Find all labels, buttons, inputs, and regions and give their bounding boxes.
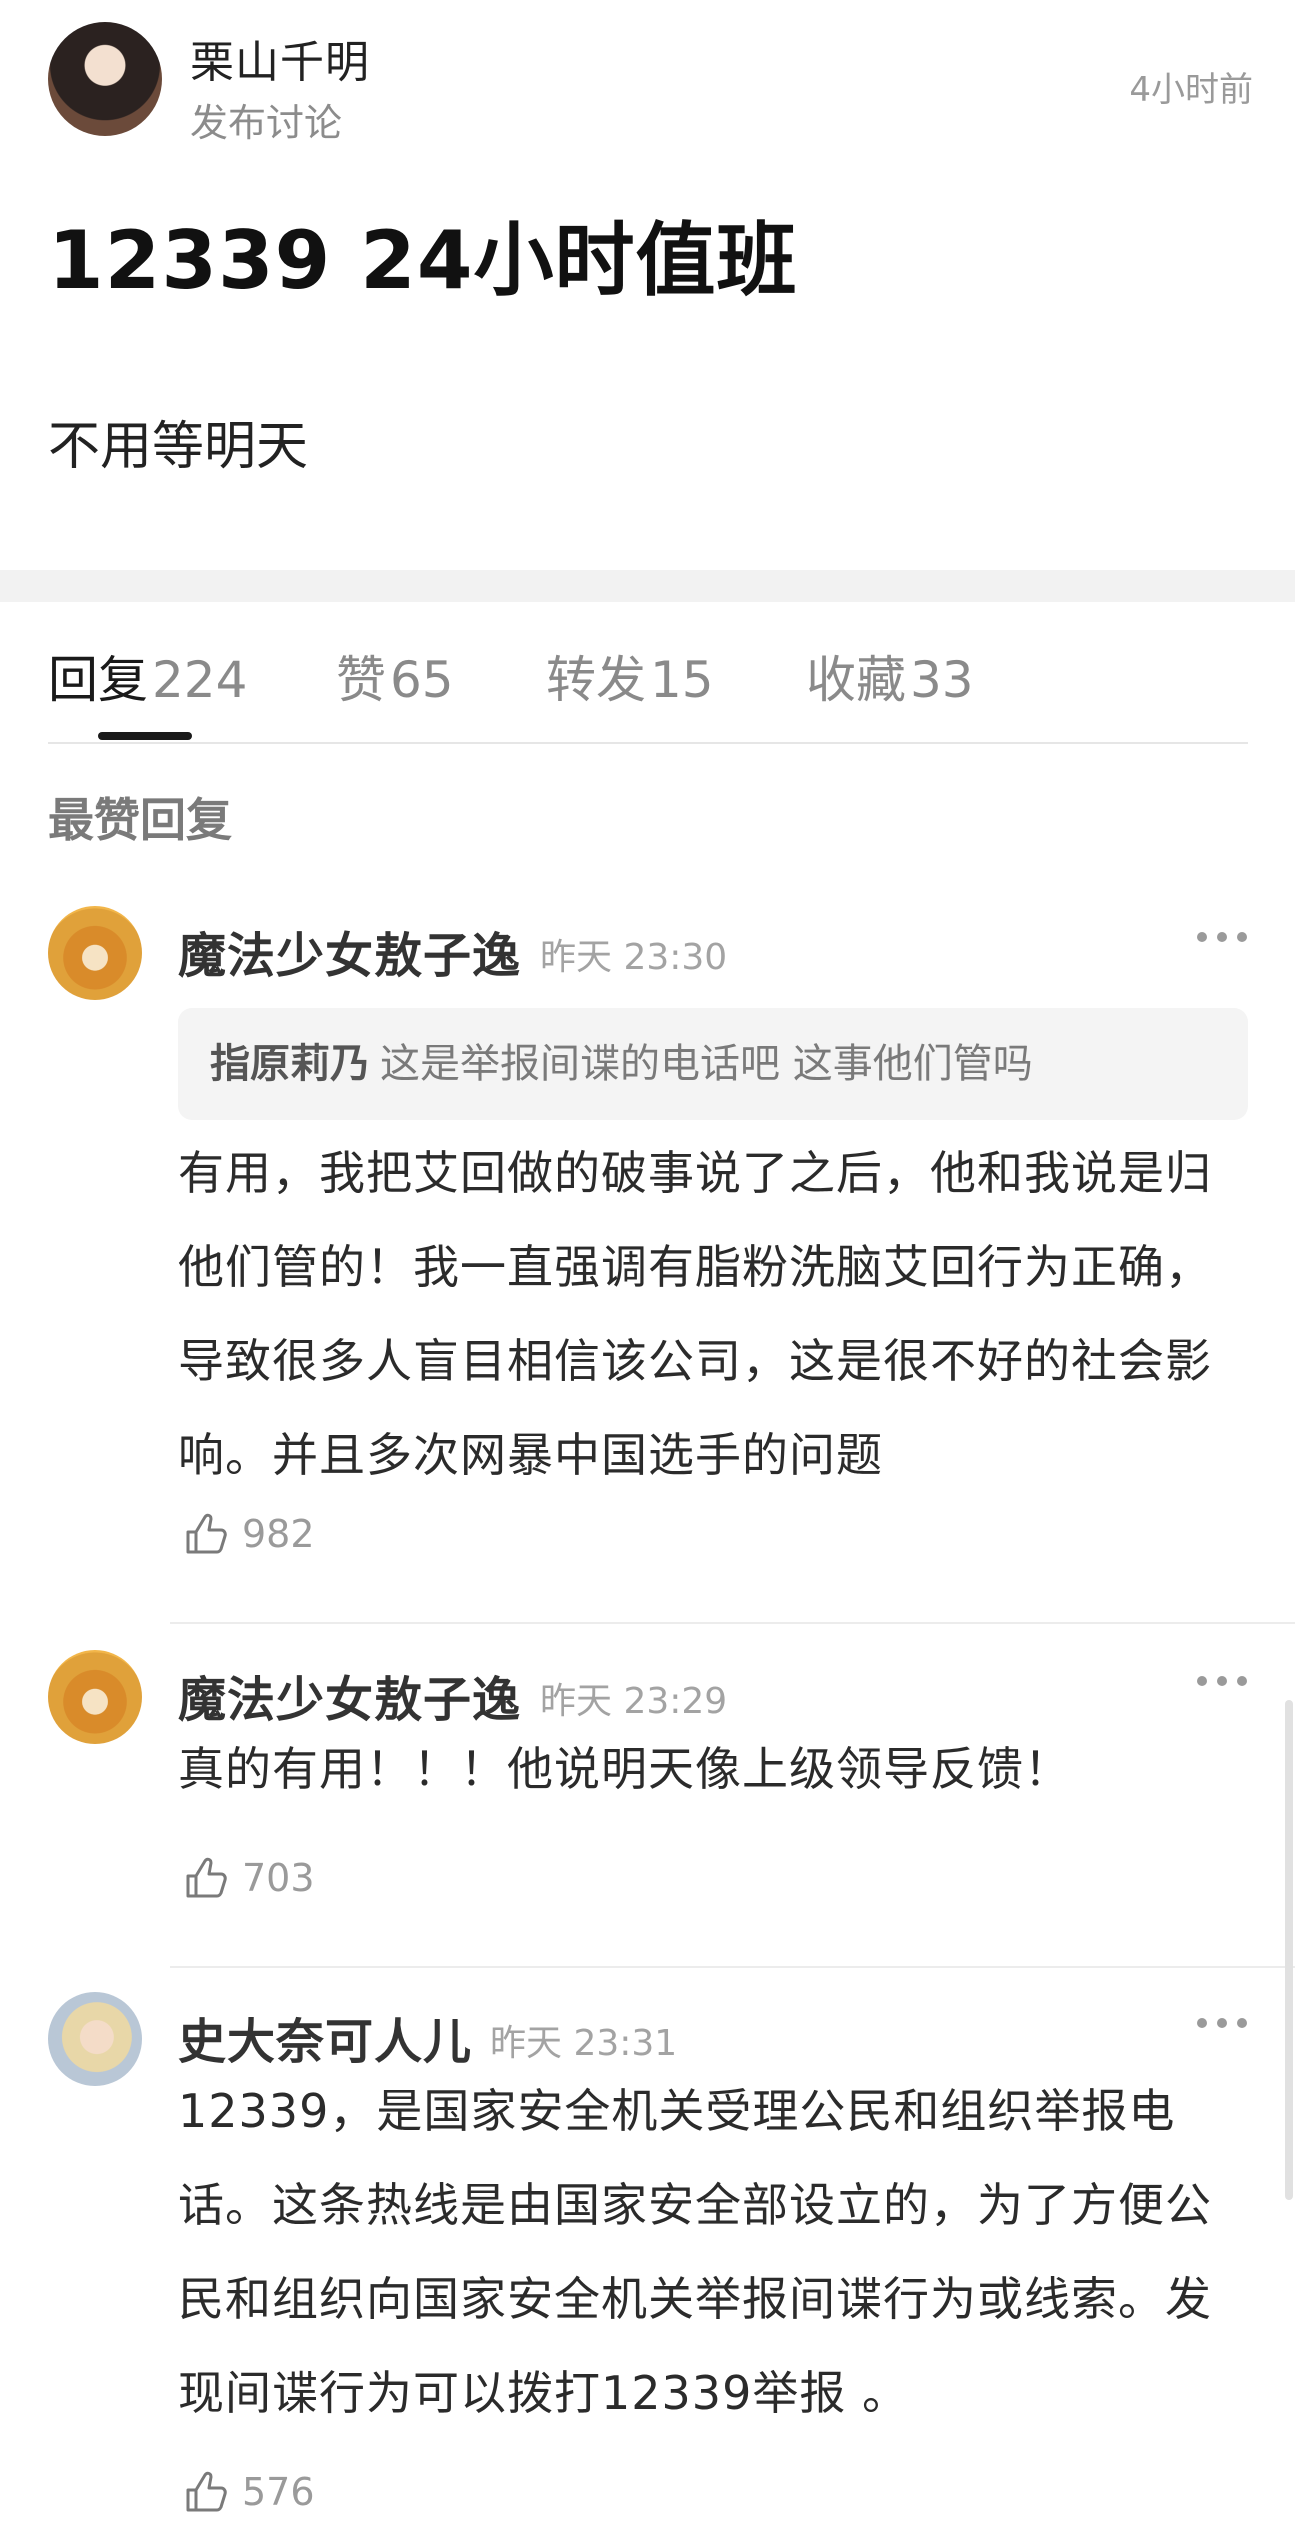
like-count: 703 — [242, 1856, 315, 1900]
section-divider — [0, 570, 1295, 602]
like-count: 982 — [242, 1512, 315, 1556]
commenter-name[interactable]: 魔法少女敖子逸 — [178, 1660, 521, 1730]
tabs-bottom-border — [48, 742, 1248, 744]
thumbs-up-icon — [186, 1857, 227, 1898]
tab-reposts[interactable]: 转发15 — [546, 640, 714, 712]
post-body: 不用等明天 — [48, 417, 309, 477]
blonde-person-avatar[interactable] — [48, 1992, 142, 2086]
scrollbar-thumb[interactable] — [1285, 1700, 1293, 2200]
tab-replies[interactable]: 回复224 — [48, 640, 247, 712]
tab-likes-label: 赞 — [336, 651, 386, 709]
quoted-text: 这是举报间谍的电话吧 这事他们管吗 — [380, 1041, 1033, 1087]
tab-likes[interactable]: 赞65 — [336, 640, 454, 712]
more-options-icon[interactable] — [1197, 2006, 1247, 2036]
author-name[interactable]: 栗山千明 — [190, 26, 370, 90]
tab-reposts-count: 15 — [650, 651, 714, 709]
comment-item: 魔法少女敖子逸 昨天 23:29 真的有用！！！他说明天像上级领导反馈！ 703 — [0, 1650, 1295, 1990]
like-button[interactable]: 982 — [182, 1510, 315, 1566]
comment-item: 魔法少女敖子逸 昨天 23:30 指原莉乃 这是举报间谍的电话吧 这事他们管吗 有… — [0, 906, 1295, 1626]
comment-separator — [170, 1966, 1295, 1968]
top-replies-heading: 最赞回复 — [48, 793, 232, 847]
post-timestamp: 4小时前 — [1129, 70, 1253, 110]
thumbs-up-icon — [186, 2471, 227, 2512]
tab-replies-label: 回复 — [48, 651, 148, 709]
tab-reposts-label: 转发 — [546, 651, 646, 709]
shiba-dog-avatar[interactable] — [48, 1650, 142, 1744]
comment-item: 史大奈可人儿 昨天 23:31 12339，是国家安全机关受理公民和组织举报电话… — [0, 1992, 1295, 2541]
tab-replies-count: 224 — [152, 651, 248, 709]
like-count: 576 — [242, 2470, 315, 2514]
comment-text: 真的有用！！！他说明天像上级领导反馈！ — [178, 1742, 1071, 1796]
shiba-dog-avatar[interactable] — [48, 906, 142, 1000]
post-page: 栗山千明 发布讨论 4小时前 12339 24小时值班 不用等明天 回复224 … — [0, 0, 1295, 2541]
quoted-user-name: 指原莉乃 — [210, 1041, 370, 1087]
thumbs-up-icon — [186, 1513, 227, 1554]
tab-favorites-count: 33 — [910, 651, 974, 709]
comment-text: 有用，我把艾回做的破事说了之后，他和我说是归他们管的！我一直强调有脂粉洗脑艾回行… — [178, 1146, 1212, 1482]
commenter-name[interactable]: 史大奈可人儿 — [178, 2002, 472, 2072]
author-avatar[interactable] — [48, 22, 162, 136]
comment-time: 昨天 23:30 — [540, 937, 728, 978]
comment-separator — [170, 1622, 1295, 1624]
interaction-tabs: 回复224 赞65 转发15 收藏33 — [48, 640, 1248, 740]
active-tab-indicator — [98, 732, 192, 740]
more-options-icon[interactable] — [1197, 920, 1247, 950]
like-button[interactable]: 576 — [182, 2468, 315, 2524]
tab-likes-count: 65 — [390, 651, 454, 709]
post-header: 栗山千明 发布讨论 4小时前 — [48, 22, 1253, 145]
comment-time: 昨天 23:31 — [490, 2023, 678, 2064]
tab-favorites-label: 收藏 — [806, 651, 906, 709]
post-title: 12339 24小时值班 — [48, 214, 798, 307]
more-options-icon[interactable] — [1197, 1664, 1247, 1694]
quoted-reply[interactable]: 指原莉乃 这是举报间谍的电话吧 这事他们管吗 — [178, 1008, 1248, 1120]
like-button[interactable]: 703 — [182, 1854, 315, 1910]
commenter-name[interactable]: 魔法少女敖子逸 — [178, 916, 521, 986]
comment-time: 昨天 23:29 — [540, 1681, 728, 1722]
comment-text: 12339，是国家安全机关受理公民和组织举报电话。这条热线是由国家安全部设立的，… — [178, 2084, 1212, 2420]
tab-favorites[interactable]: 收藏33 — [806, 640, 974, 712]
post-action-label: 发布讨论 — [190, 101, 343, 145]
